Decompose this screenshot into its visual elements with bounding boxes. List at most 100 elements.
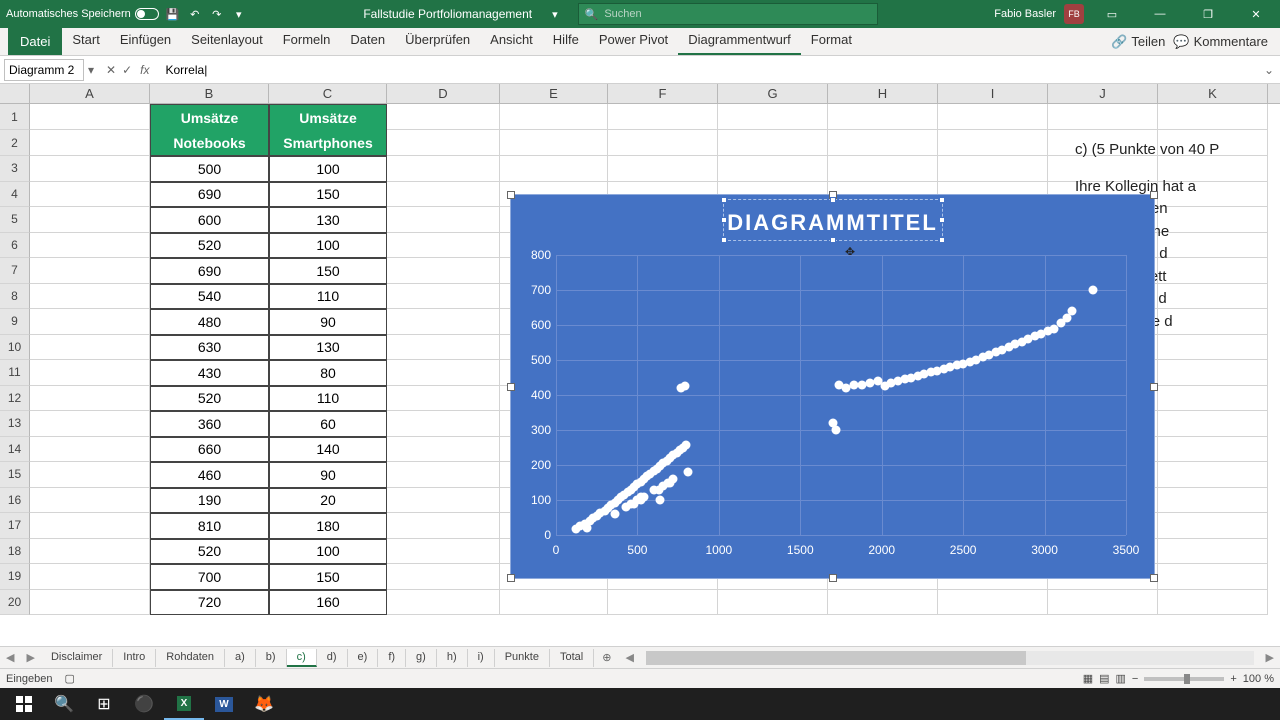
ribbon-tab-ansicht[interactable]: Ansicht bbox=[480, 28, 543, 55]
cell[interactable]: 150 bbox=[269, 564, 387, 590]
cell[interactable] bbox=[608, 156, 718, 182]
resize-handle[interactable] bbox=[507, 574, 515, 582]
cell[interactable] bbox=[30, 233, 150, 259]
cell[interactable]: Smartphones bbox=[269, 130, 387, 156]
resize-handle[interactable] bbox=[1150, 383, 1158, 391]
cell[interactable]: 700 bbox=[150, 564, 269, 590]
zoom-in-icon[interactable]: + bbox=[1230, 673, 1236, 685]
cell[interactable] bbox=[30, 156, 150, 182]
sheet-tab[interactable]: a) bbox=[225, 649, 256, 667]
ribbon-tab-formeln[interactable]: Formeln bbox=[273, 28, 341, 55]
maximize-icon[interactable]: ❐ bbox=[1188, 0, 1228, 28]
row-header[interactable]: 4 bbox=[0, 182, 30, 208]
cell[interactable] bbox=[1158, 360, 1268, 386]
cell[interactable] bbox=[828, 104, 938, 130]
cell[interactable] bbox=[718, 590, 828, 616]
ribbon-tab-einfügen[interactable]: Einfügen bbox=[110, 28, 181, 55]
ribbon-tab-diagrammentwurf[interactable]: Diagrammentwurf bbox=[678, 28, 801, 55]
embedded-chart[interactable]: DIAGRAMMTITEL ✥ 010020030040050060070080… bbox=[510, 194, 1155, 579]
select-all-corner[interactable] bbox=[0, 84, 30, 103]
ribbon-display-icon[interactable]: ▭ bbox=[1092, 0, 1132, 28]
cell[interactable] bbox=[387, 488, 500, 514]
column-header[interactable]: A bbox=[30, 84, 150, 103]
cell[interactable]: 460 bbox=[150, 462, 269, 488]
cell[interactable]: 160 bbox=[269, 590, 387, 616]
spreadsheet-grid[interactable]: ABCDEFGHIJK 1UmsätzeUmsätze2NotebooksSma… bbox=[0, 84, 1280, 646]
data-point[interactable] bbox=[669, 475, 678, 484]
cell[interactable] bbox=[387, 411, 500, 437]
row-header[interactable]: 6 bbox=[0, 233, 30, 259]
cell[interactable]: 100 bbox=[269, 539, 387, 565]
cell[interactable] bbox=[387, 564, 500, 590]
cell[interactable] bbox=[387, 258, 500, 284]
sheet-tab[interactable]: f) bbox=[378, 649, 406, 667]
cell[interactable]: 430 bbox=[150, 360, 269, 386]
cell[interactable]: 90 bbox=[269, 309, 387, 335]
ribbon-tab-datei[interactable]: Datei bbox=[8, 28, 62, 55]
cell[interactable] bbox=[1158, 335, 1268, 361]
formula-input[interactable]: Korrela bbox=[158, 63, 1264, 77]
cell[interactable] bbox=[30, 207, 150, 233]
cell[interactable] bbox=[1158, 539, 1268, 565]
cell[interactable] bbox=[938, 130, 1048, 156]
ribbon-tab-seitenlayout[interactable]: Seitenlayout bbox=[181, 28, 273, 55]
sheet-nav-next-icon[interactable]: ▶ bbox=[20, 651, 40, 664]
cell[interactable] bbox=[30, 590, 150, 616]
data-point[interactable] bbox=[656, 496, 665, 505]
cell[interactable] bbox=[1158, 386, 1268, 412]
resize-handle[interactable] bbox=[1150, 574, 1158, 582]
cell[interactable]: 500 bbox=[150, 156, 269, 182]
column-header[interactable]: D bbox=[387, 84, 500, 103]
cell[interactable] bbox=[387, 104, 500, 130]
cell[interactable] bbox=[30, 182, 150, 208]
zoom-out-icon[interactable]: − bbox=[1132, 673, 1138, 685]
cell[interactable] bbox=[1158, 437, 1268, 463]
cell[interactable]: 150 bbox=[269, 258, 387, 284]
cell[interactable] bbox=[608, 590, 718, 616]
row-header[interactable]: 10 bbox=[0, 335, 30, 361]
cell[interactable] bbox=[387, 182, 500, 208]
cell[interactable] bbox=[938, 104, 1048, 130]
data-point[interactable] bbox=[639, 492, 648, 501]
cell[interactable] bbox=[938, 156, 1048, 182]
cell[interactable] bbox=[828, 156, 938, 182]
tab-scroll-left-icon[interactable]: ◀ bbox=[619, 651, 639, 664]
search-taskbar-icon[interactable]: 🔍 bbox=[44, 688, 84, 720]
cell[interactable] bbox=[387, 590, 500, 616]
user-avatar[interactable]: FB bbox=[1064, 4, 1084, 24]
cell[interactable] bbox=[718, 104, 828, 130]
name-box[interactable]: Diagramm 2 bbox=[4, 59, 84, 81]
cell[interactable] bbox=[30, 564, 150, 590]
row-header[interactable]: 9 bbox=[0, 309, 30, 335]
row-header[interactable]: 19 bbox=[0, 564, 30, 590]
undo-icon[interactable]: ↶ bbox=[187, 6, 203, 22]
cell[interactable] bbox=[1158, 590, 1268, 616]
cell[interactable] bbox=[30, 539, 150, 565]
data-point[interactable] bbox=[832, 426, 841, 435]
cell[interactable] bbox=[30, 488, 150, 514]
cell[interactable] bbox=[30, 411, 150, 437]
cell[interactable]: 180 bbox=[269, 513, 387, 539]
cell[interactable]: 480 bbox=[150, 309, 269, 335]
sheet-tab[interactable]: i) bbox=[468, 649, 495, 667]
sheet-tab[interactable]: Punkte bbox=[495, 649, 550, 667]
cell[interactable] bbox=[30, 437, 150, 463]
save-icon[interactable]: 💾 bbox=[165, 6, 181, 22]
ribbon-tab-daten[interactable]: Daten bbox=[340, 28, 395, 55]
row-header[interactable]: 5 bbox=[0, 207, 30, 233]
cell[interactable] bbox=[608, 130, 718, 156]
cell[interactable] bbox=[608, 104, 718, 130]
cell[interactable] bbox=[30, 335, 150, 361]
cell[interactable]: 140 bbox=[269, 437, 387, 463]
cell[interactable]: Umsätze bbox=[150, 104, 269, 130]
share-button[interactable]: 🔗 Teilen bbox=[1111, 34, 1165, 50]
ribbon-tab-überprüfen[interactable]: Überprüfen bbox=[395, 28, 480, 55]
row-header[interactable]: 17 bbox=[0, 513, 30, 539]
ribbon-tab-hilfe[interactable]: Hilfe bbox=[543, 28, 589, 55]
search-box[interactable]: 🔍 Suchen bbox=[578, 3, 878, 25]
cell[interactable]: 630 bbox=[150, 335, 269, 361]
cell[interactable] bbox=[387, 386, 500, 412]
cancel-formula-icon[interactable]: ✕ bbox=[106, 63, 116, 77]
view-normal-icon[interactable]: ▦ bbox=[1083, 672, 1093, 685]
cell[interactable] bbox=[500, 104, 608, 130]
